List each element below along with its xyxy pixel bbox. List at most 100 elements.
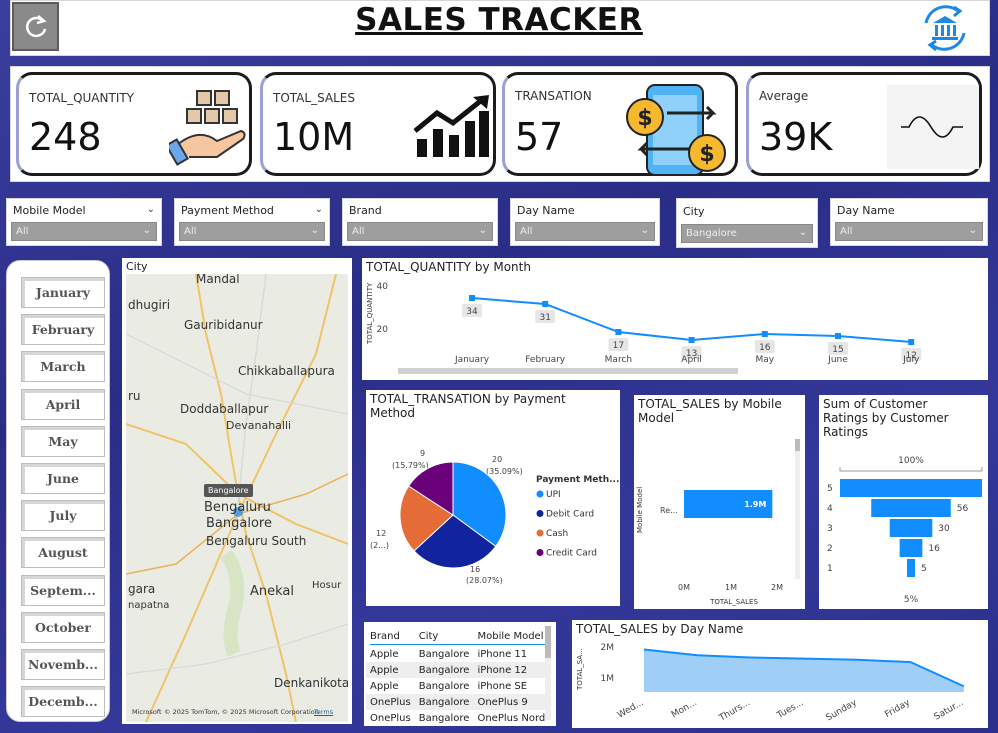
table-row[interactable]: Apple Bangalore iPhone SE bbox=[366, 678, 549, 694]
boxes-hand-icon bbox=[169, 90, 246, 166]
month-button[interactable]: August bbox=[21, 537, 105, 568]
column-header[interactable]: Brand bbox=[366, 626, 415, 646]
kpi-label: TOTAL_QUANTITY bbox=[29, 91, 135, 105]
city-map-panel: City Mandal dhugiri Gauribidanur Chikkab… bbox=[122, 258, 352, 724]
pie-data-label: (35.09%) bbox=[486, 467, 523, 476]
kpi-card-average: Average 39K bbox=[746, 72, 982, 176]
map-place-label: Chikkaballapura bbox=[238, 364, 335, 378]
table-row[interactable]: Apple Bangalore iPhone 11 bbox=[366, 646, 549, 662]
quantity-by-month-chart: TOTAL_QUANTITY by Month TOTAL_QUANTITY 4… bbox=[362, 258, 988, 380]
month-button[interactable]: Decemb... bbox=[21, 686, 105, 717]
month-button[interactable]: March bbox=[21, 351, 105, 382]
slicer-label: Payment Method bbox=[181, 204, 274, 217]
chevron-down-icon[interactable]: ⌄ bbox=[147, 204, 155, 215]
map-attribution: © 2025 TomTom, © 2025 Microsoft Corporat… bbox=[164, 708, 319, 716]
table-row[interactable]: Apple Bangalore iPhone 12 bbox=[366, 662, 550, 678]
pie-chart-svg: 20 (35.09%) 16 (28.07%) 12 (2...) 9 (15.… bbox=[370, 449, 619, 585]
chevron-down-icon: ⌄ bbox=[310, 225, 319, 236]
funnel-value-label: 30 bbox=[938, 524, 950, 534]
funnel-bar bbox=[840, 479, 982, 497]
y-tick-label: 20 bbox=[377, 325, 389, 335]
slicer-value: All bbox=[16, 226, 29, 237]
x-tick-label: 2M bbox=[771, 583, 783, 592]
month-button[interactable]: Novemb... bbox=[21, 649, 105, 680]
data-point bbox=[615, 329, 622, 335]
data-label: 15 bbox=[832, 345, 843, 355]
scrollbar-track[interactable] bbox=[545, 626, 551, 720]
funnel-category-label: 3 bbox=[827, 524, 833, 534]
sales-by-day-chart: TOTAL_SALES by Day Name TOTAL_SA... 2M 1… bbox=[572, 620, 988, 728]
map-canvas[interactable]: Mandal dhugiri Gauribidanur Chikkaballap… bbox=[126, 274, 348, 722]
legend-marker bbox=[536, 490, 544, 498]
month-button[interactable]: May bbox=[21, 426, 105, 457]
legend-title: Payment Meth... bbox=[536, 475, 619, 485]
area-chart-svg: TOTAL_SA... 2M 1M Wed... Mon... Thurs... Tu… bbox=[576, 643, 966, 724]
slicer-dropdown[interactable]: All ⌄ bbox=[515, 222, 655, 241]
table-row[interactable]: OnePlus Bangalore OnePlus 9 bbox=[366, 694, 550, 710]
growth-chart-icon bbox=[413, 95, 489, 157]
pie-data-label: (28.07%) bbox=[466, 576, 503, 585]
kpi-value: 57 bbox=[515, 115, 564, 159]
slicer-label: Mobile Model bbox=[13, 204, 86, 217]
slicer-payment-method[interactable]: Payment Method ⌄ All ⌄ bbox=[174, 198, 330, 246]
slicer-dropdown[interactable]: All ⌄ bbox=[835, 222, 983, 241]
month-button[interactable]: October bbox=[21, 612, 105, 643]
slicer-dropdown[interactable]: All ⌄ bbox=[11, 222, 157, 241]
chevron-down-icon: ⌄ bbox=[968, 225, 977, 236]
y-tick-label: 1M bbox=[601, 674, 615, 684]
category-label: Re... bbox=[660, 506, 678, 515]
funnel-category-label: 5 bbox=[827, 484, 833, 494]
y-tick-label: 40 bbox=[377, 282, 389, 292]
bar-data-label: 1.9M bbox=[744, 500, 766, 509]
slicer-day-name[interactable]: Day Name All ⌄ bbox=[510, 198, 660, 246]
month-slicer-panel: January February March April May June Ju… bbox=[6, 260, 110, 722]
chevron-down-icon[interactable]: ⌄ bbox=[315, 204, 323, 215]
slicer-dropdown[interactable]: Bangalore ⌄ bbox=[681, 224, 813, 243]
slicer-mobile-model[interactable]: Mobile Model ⌄ All ⌄ bbox=[6, 198, 162, 246]
month-button[interactable]: February bbox=[21, 314, 105, 345]
x-tick-label: May bbox=[755, 355, 774, 365]
map-bubble-tooltip: Bangalore bbox=[204, 484, 253, 497]
kpi-value: 248 bbox=[29, 115, 102, 159]
pie-data-label: (15.79%) bbox=[392, 461, 429, 470]
slicer-dropdown[interactable]: All ⌄ bbox=[347, 222, 493, 241]
month-button[interactable]: April bbox=[21, 389, 105, 420]
month-button[interactable]: June bbox=[21, 463, 105, 494]
data-point bbox=[688, 337, 695, 343]
data-point bbox=[835, 333, 841, 339]
funnel-category-label: 4 bbox=[827, 504, 833, 514]
slicer-day-name-2[interactable]: Day Name All ⌄ bbox=[830, 198, 988, 246]
area-fill bbox=[644, 649, 964, 692]
funnel-bar bbox=[871, 499, 951, 517]
x-tick-label: February bbox=[525, 355, 566, 365]
column-header[interactable]: City bbox=[415, 626, 474, 646]
x-tick-label: Satur... bbox=[933, 698, 966, 723]
map-roads bbox=[126, 274, 348, 722]
bank-icon[interactable] bbox=[918, 3, 972, 53]
scrollbar-track bbox=[398, 368, 738, 374]
map-place-label: Bangalore bbox=[206, 516, 272, 531]
funnel-top-percent: 100% bbox=[898, 456, 924, 466]
month-button[interactable]: July bbox=[21, 500, 105, 531]
month-button[interactable]: Septem... bbox=[21, 575, 105, 606]
map-terms-link[interactable]: Terms bbox=[314, 708, 333, 716]
x-tick-label: July bbox=[902, 355, 920, 365]
slicer-value: All bbox=[520, 226, 533, 237]
slicer-city[interactable]: City Bangalore ⌄ bbox=[676, 198, 818, 248]
bar-chart-svg: Mobile Model Re... 0M 1M 2M TOTAL_SALES … bbox=[636, 439, 800, 606]
funnel-value-label: 56 bbox=[957, 504, 969, 514]
funnel-bar bbox=[907, 559, 915, 577]
slicer-brand[interactable]: Brand All ⌄ bbox=[342, 198, 498, 246]
column-header[interactable]: Mobile Model bbox=[473, 626, 549, 646]
slicer-dropdown[interactable]: All ⌄ bbox=[179, 222, 325, 241]
data-label: 31 bbox=[539, 313, 550, 323]
slicer-value: All bbox=[352, 226, 365, 237]
funnel-value-label: 16 bbox=[928, 544, 940, 554]
kpi-label: TOTAL_SALES bbox=[273, 91, 356, 105]
funnel-bottom-percent: 5% bbox=[904, 595, 919, 605]
y-axis-label: TOTAL_SA... bbox=[576, 648, 584, 691]
page-title: SALES TRACKER bbox=[355, 2, 643, 38]
scrollbar-thumb[interactable] bbox=[545, 626, 551, 658]
table-row[interactable]: OnePlus Bangalore OnePlus Nord bbox=[366, 710, 549, 726]
month-button[interactable]: January bbox=[21, 277, 105, 308]
